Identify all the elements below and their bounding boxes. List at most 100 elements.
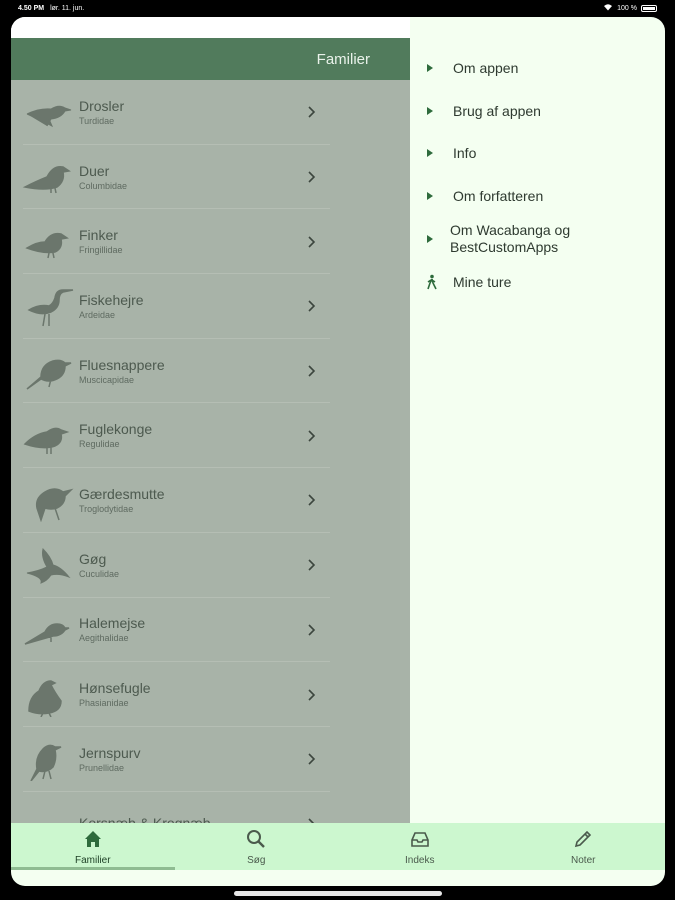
chevron-right-icon <box>306 298 318 314</box>
chevron-right-icon <box>306 751 318 767</box>
chevron-right-icon <box>306 234 318 250</box>
tab-search[interactable]: Søg <box>175 823 339 870</box>
menu-item[interactable]: Brug af appen <box>424 90 654 133</box>
family-row[interactable]: Fiskehejre Ardeidae <box>11 274 410 339</box>
chevron-right-icon <box>306 169 318 185</box>
menu-item[interactable]: Om Wacabanga og BestCustomApps <box>424 217 654 261</box>
tab-label: Indeks <box>405 854 435 866</box>
tit-icon <box>21 608 75 652</box>
triangle-right-icon <box>427 106 433 115</box>
family-row[interactable]: Duer Columbidae <box>11 145 410 210</box>
wren-icon <box>21 478 75 523</box>
family-text: Hønsefugle Phasianidae <box>79 680 410 709</box>
inbox-icon <box>409 828 431 855</box>
status-time: 4.50 PM <box>18 4 45 12</box>
dunnock-icon <box>21 737 75 782</box>
thrush-icon <box>21 90 75 134</box>
menu-item[interactable]: Mine ture <box>424 261 654 304</box>
family-text: Drosler Turdidae <box>79 98 410 127</box>
menu-item-label: Mine ture <box>453 274 512 291</box>
tab-pencil[interactable]: Noter <box>502 823 666 870</box>
tab-label: Søg <box>247 854 266 866</box>
search-icon <box>245 828 267 855</box>
family-name: Finker <box>79 227 118 244</box>
chevron-right-icon <box>306 492 318 508</box>
tab-home[interactable]: Familier <box>11 823 175 870</box>
family-name: Korsnæb & Krognæb <box>79 815 410 823</box>
crossbill-icon <box>21 802 75 823</box>
family-row[interactable]: Korsnæb & Krognæb <box>11 792 410 823</box>
family-latin-name: Columbidae <box>79 180 128 191</box>
family-row[interactable]: Fluesnappere Muscicapidae <box>11 339 410 404</box>
pigeon-icon <box>21 155 75 199</box>
family-name: Gærdesmutte <box>79 485 165 502</box>
families-title: Familier <box>316 50 370 68</box>
families-header: Familier <box>11 38 410 80</box>
family-text: Fiskehejre Ardeidae <box>79 292 410 321</box>
family-row[interactable]: Drosler Turdidae <box>11 80 410 145</box>
chevron-right-icon <box>306 363 318 379</box>
status-right: 100 % <box>603 3 657 13</box>
family-latin-name: Cuculidae <box>79 568 120 579</box>
triangle-right-icon <box>427 64 433 73</box>
app-window: Familier Drosler Turdidae Duer Columbida… <box>11 17 665 886</box>
family-row[interactable]: Gærdesmutte Troglodytidae <box>11 468 410 533</box>
families-list[interactable]: Drosler Turdidae Duer Columbidae Finker … <box>11 80 410 823</box>
menu-item-label: Om Wacabanga og BestCustomApps <box>450 222 571 255</box>
family-row[interactable]: Finker Fringillidae <box>11 209 410 275</box>
home-indicator[interactable] <box>234 891 442 896</box>
menu-item-label: Brug af appen <box>453 102 541 119</box>
chevron-right-icon <box>306 428 318 444</box>
family-latin-name: Phasianidae <box>79 698 129 709</box>
chevron-right-icon <box>306 622 318 638</box>
family-row[interactable]: Gøg Cuculidae <box>11 533 410 598</box>
family-latin-name: Prunellidae <box>79 762 125 773</box>
family-text: Fuglekonge Regulidae <box>79 421 410 450</box>
family-row[interactable]: Jernspurv Prunellidae <box>11 727 410 792</box>
wifi-icon <box>603 3 613 13</box>
family-text: Fluesnappere Muscicapidae <box>79 357 410 386</box>
triangle-right-icon <box>427 149 433 158</box>
family-name: Fuglekonge <box>79 421 153 438</box>
menu-item[interactable]: Info <box>424 132 654 175</box>
menu-item-label: Info <box>453 145 477 162</box>
family-latin-name: Aegithalidae <box>79 633 129 644</box>
heron-icon <box>21 284 75 328</box>
family-text: Gøg Cuculidae <box>79 551 410 580</box>
menu-item-label: Om forfatteren <box>453 187 544 204</box>
hiker-icon <box>424 274 440 290</box>
family-row[interactable]: Fuglekonge Regulidae <box>11 403 410 469</box>
side-menu: Om appen Brug af appen Info Om forfatteren O… <box>424 47 654 304</box>
chevron-right-icon <box>306 557 318 573</box>
family-name: Fiskehejre <box>79 291 144 308</box>
family-text: Jernspurv Prunellidae <box>79 745 410 774</box>
finch-icon <box>21 220 75 264</box>
family-row[interactable]: Halemejse Aegithalidae <box>11 598 410 663</box>
family-name: Drosler <box>79 97 125 114</box>
families-panel: Familier Drosler Turdidae Duer Columbida… <box>11 17 410 823</box>
gamebird-icon <box>21 673 75 717</box>
status-bar: 4.50 PM lør. 11. jun. 100 % <box>0 0 675 16</box>
flycatcher-icon <box>21 349 75 393</box>
pencil-icon <box>572 828 594 855</box>
family-name: Hønsefugle <box>79 680 151 697</box>
triangle-right-icon <box>427 235 433 243</box>
family-text: Gærdesmutte Troglodytidae <box>79 486 410 515</box>
family-latin-name: Turdidae <box>79 115 115 126</box>
home-icon <box>82 828 104 855</box>
triangle-right-icon <box>427 191 433 200</box>
family-latin-name: Troglodytidae <box>79 503 134 514</box>
cuckoo-icon <box>21 543 75 587</box>
menu-item[interactable]: Om forfatteren <box>424 175 654 218</box>
family-name: Jernspurv <box>79 744 141 761</box>
family-name: Fluesnappere <box>79 356 165 373</box>
tab-inbox[interactable]: Indeks <box>338 823 502 870</box>
family-text: Halemejse Aegithalidae <box>79 615 410 644</box>
menu-item[interactable]: Om appen <box>424 47 654 90</box>
battery-label: 100 % <box>617 4 637 12</box>
family-latin-name: Ardeidae <box>79 309 116 320</box>
menu-item-label: Om appen <box>453 60 519 77</box>
chevron-right-icon <box>306 687 318 703</box>
family-row[interactable]: Hønsefugle Phasianidae <box>11 662 410 727</box>
family-latin-name: Muscicapidae <box>79 374 135 385</box>
